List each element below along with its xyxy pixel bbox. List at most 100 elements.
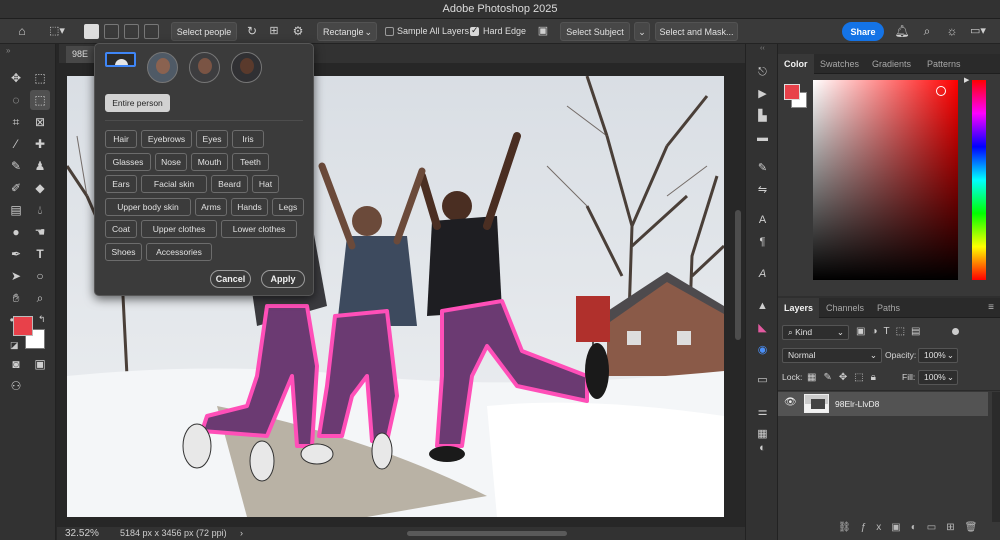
select-subject-dropdown[interactable]: ⌄ bbox=[634, 22, 650, 41]
part-button-teeth[interactable]: Teeth bbox=[232, 153, 269, 171]
part-button-iris[interactable]: Iris bbox=[232, 130, 264, 148]
type-tool-icon[interactable]: T bbox=[30, 244, 50, 264]
tab-color[interactable]: Color bbox=[778, 54, 814, 74]
part-button-upper-body-skin[interactable]: Upper body skin bbox=[105, 198, 191, 216]
select-and-mask-button[interactable]: Select and Mask... bbox=[655, 22, 738, 41]
gear-icon[interactable]: ⚙ bbox=[290, 19, 306, 44]
healing-brush-tool-icon[interactable]: ✚ bbox=[30, 134, 50, 154]
apply-button[interactable]: Apply bbox=[261, 270, 305, 288]
properties-panel-icon[interactable]: ▙ bbox=[754, 108, 771, 125]
lock-icons[interactable]: ▦✎✥⬚🔒︎ bbox=[807, 370, 883, 385]
adjustments-icon[interactable]: ⇋ bbox=[754, 182, 771, 199]
tab-channels[interactable]: Channels bbox=[820, 298, 870, 318]
default-colors-icon[interactable]: ◪ bbox=[10, 340, 19, 351]
color-wheel-icon[interactable]: ◐ bbox=[754, 440, 771, 457]
tab-layers[interactable]: Layers bbox=[778, 298, 820, 318]
bell-icon[interactable]: 🔔︎ bbox=[893, 19, 911, 44]
layers-scrollbar[interactable] bbox=[992, 392, 1000, 522]
refresh-icon[interactable]: ↻ bbox=[244, 19, 260, 44]
entire-person-avatar[interactable] bbox=[105, 52, 136, 67]
person-avatar-1[interactable] bbox=[147, 52, 178, 83]
comments-panel-icon[interactable]: ▬ bbox=[754, 130, 771, 147]
part-button-accessories[interactable]: Accessories bbox=[146, 243, 212, 261]
channels-adjust-icon[interactable]: ⚌ bbox=[754, 404, 771, 421]
person-avatar-2[interactable] bbox=[189, 52, 220, 83]
horizontal-scrollbar[interactable] bbox=[407, 531, 567, 536]
actions-panel-icon[interactable]: ▶ bbox=[754, 86, 771, 103]
part-button-arms[interactable]: Arms bbox=[195, 198, 227, 216]
libraries-icon[interactable]: ◣ bbox=[754, 320, 771, 337]
part-button-hat[interactable]: Hat bbox=[252, 175, 279, 193]
smudge-tool-icon[interactable]: ☚ bbox=[30, 222, 50, 242]
opacity-input[interactable]: 100% ⌄ bbox=[918, 348, 958, 363]
tab-swatches[interactable]: Swatches bbox=[814, 54, 865, 74]
swap-colors-icon[interactable]: ↰ bbox=[38, 314, 46, 325]
gradient-tool-icon[interactable]: ▤ bbox=[6, 200, 26, 220]
color-panel-foreground-swatch[interactable] bbox=[784, 84, 800, 100]
part-button-coat[interactable]: Coat bbox=[105, 220, 137, 238]
shapes-panel-icon[interactable]: ▲ bbox=[754, 298, 771, 315]
marquee-tool-icon[interactable]: ⬚ bbox=[30, 68, 50, 88]
object-finder-icon[interactable]: ⊞ bbox=[266, 19, 282, 44]
vertical-scrollbar[interactable] bbox=[735, 210, 741, 340]
part-button-ears[interactable]: Ears bbox=[105, 175, 137, 193]
mode-select[interactable]: Rectangle ⌄ bbox=[317, 22, 377, 41]
collapse-arrows-icon[interactable]: ‹‹ bbox=[760, 45, 765, 52]
brush-tool-icon[interactable]: ✎ bbox=[6, 156, 26, 176]
cancel-button[interactable]: Cancel bbox=[210, 270, 251, 288]
eyedropper-tool-icon[interactable]: ⁄ bbox=[6, 134, 26, 154]
blur-tool-icon[interactable]: 💧︎ bbox=[30, 200, 50, 220]
layers-footer-icons[interactable]: ⛓ƒx▣◐▭⊞🗑︎ bbox=[838, 522, 987, 533]
history-brush-tool-icon[interactable]: ✐ bbox=[6, 178, 26, 198]
hard-edge-checkbox[interactable] bbox=[470, 25, 479, 36]
eye-icon[interactable]: 👁︎ bbox=[784, 397, 797, 408]
color-field[interactable] bbox=[813, 80, 958, 280]
part-button-legs[interactable]: Legs bbox=[272, 198, 304, 216]
panel-menu-icon[interactable]: ≡ bbox=[988, 298, 994, 318]
part-button-glasses[interactable]: Glasses bbox=[105, 153, 151, 171]
fill-input[interactable]: 100% ⌄ bbox=[918, 370, 958, 385]
eraser-tool-icon[interactable]: ◆ bbox=[30, 178, 50, 198]
lightbulb-icon[interactable]: ☼ bbox=[943, 19, 961, 44]
new-selection-mode-icon[interactable] bbox=[84, 24, 99, 39]
blend-mode-select[interactable]: Normal ⌄ bbox=[782, 348, 882, 363]
part-button-eyes[interactable]: Eyes bbox=[196, 130, 228, 148]
select-subject-options-icon[interactable]: ▣ bbox=[535, 19, 551, 44]
character-panel-icon[interactable]: A bbox=[754, 212, 771, 229]
home-icon[interactable]: ⌂ bbox=[12, 19, 32, 44]
part-button-hair[interactable]: Hair bbox=[105, 130, 137, 148]
paragraph-panel-icon[interactable]: ¶ bbox=[754, 234, 771, 251]
move-tool-icon[interactable]: ✥ bbox=[6, 68, 26, 88]
quick-mask-icon[interactable]: ◙ bbox=[6, 354, 26, 374]
layer-filter-icons[interactable]: ▣◑T⬚▤ bbox=[856, 326, 927, 337]
add-to-selection-icon[interactable] bbox=[104, 24, 119, 39]
frame-tool-icon[interactable]: ⊠ bbox=[30, 112, 50, 132]
subtract-from-selection-icon[interactable] bbox=[124, 24, 139, 39]
part-button-eyebrows[interactable]: Eyebrows bbox=[141, 130, 192, 148]
foreground-color-swatch-front[interactable] bbox=[13, 316, 33, 336]
hue-slider[interactable] bbox=[972, 80, 986, 280]
layer-row[interactable]: 👁︎ 98Elr-LlvD8 bbox=[778, 392, 988, 416]
search-icon[interactable]: ⌕ bbox=[918, 19, 936, 44]
tab-gradients[interactable]: Gradients bbox=[866, 54, 917, 74]
part-button-facial-skin[interactable]: Facial skin bbox=[141, 175, 207, 193]
entire-person-button[interactable]: Entire person bbox=[105, 94, 170, 112]
filter-toggle-icon[interactable] bbox=[952, 328, 959, 335]
pen-tool-icon[interactable]: ✒ bbox=[6, 244, 26, 264]
part-button-nose[interactable]: Nose bbox=[155, 153, 187, 171]
part-button-mouth[interactable]: Mouth bbox=[191, 153, 228, 171]
tab-paths[interactable]: Paths bbox=[871, 298, 906, 318]
eye-circle-icon[interactable]: ◉ bbox=[754, 342, 771, 359]
crop-tool-icon[interactable]: ⌗ bbox=[6, 112, 26, 132]
document-tab[interactable]: 98E bbox=[66, 46, 95, 63]
select-subject-button[interactable]: Select Subject bbox=[560, 22, 630, 41]
zoom-tool-icon[interactable]: ⌕ bbox=[30, 288, 50, 308]
chevron-right-icon[interactable]: › bbox=[240, 527, 243, 540]
lasso-tool-icon[interactable]: ◌ bbox=[6, 90, 26, 110]
part-button-shoes[interactable]: Shoes bbox=[105, 243, 142, 261]
workspace-icon[interactable]: ▭▾ bbox=[968, 19, 988, 44]
collapse-arrows-icon[interactable]: » bbox=[6, 46, 10, 55]
part-button-upper-clothes[interactable]: Upper clothes bbox=[141, 220, 217, 238]
hand-tool-icon[interactable]: ✋︎ bbox=[6, 288, 26, 308]
layer-filter-kind-select[interactable]: ⌕ Kind ⌄ bbox=[782, 325, 849, 340]
